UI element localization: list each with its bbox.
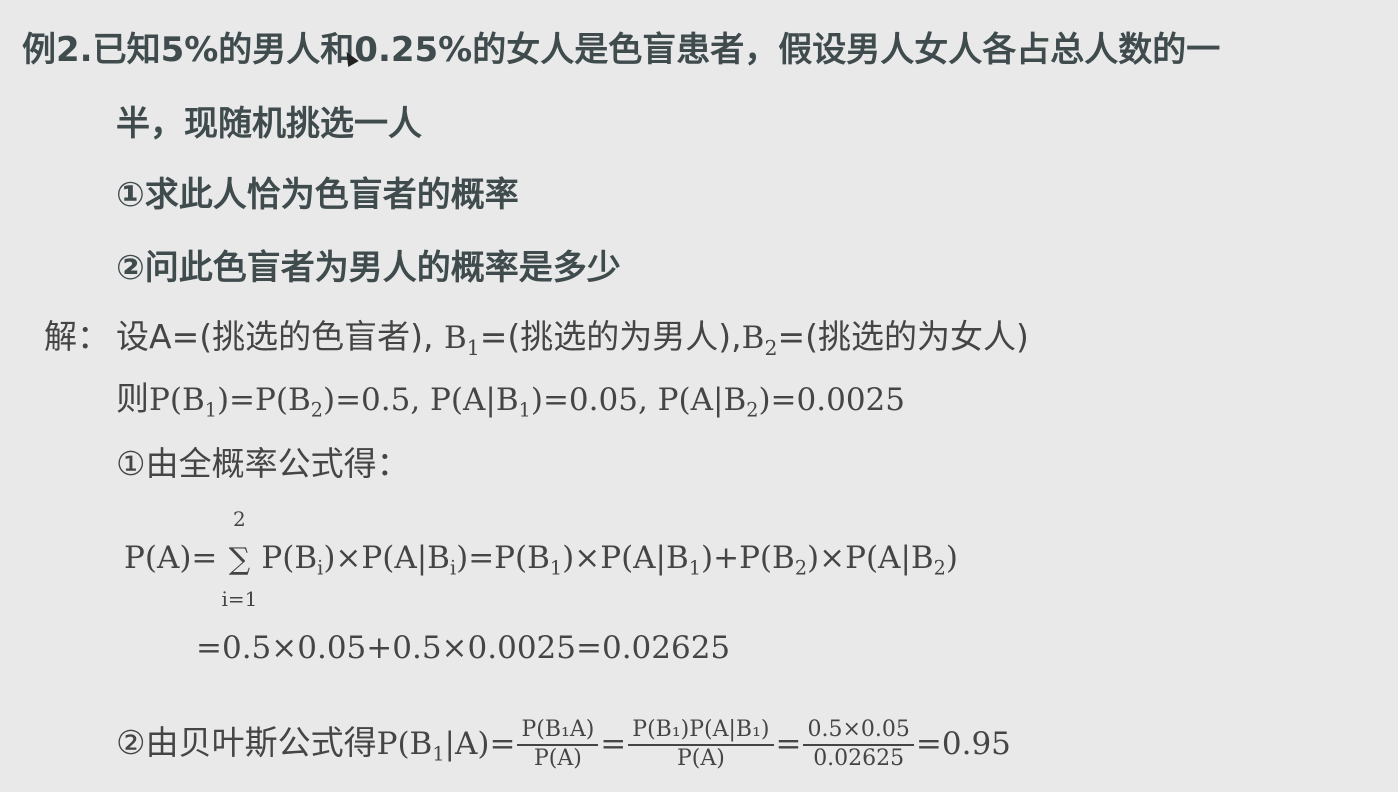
given-p4-end: )=0.0025 (758, 382, 905, 418)
given-p3-sub: 1 (518, 398, 531, 422)
tp-term3-end: )×P(A|B (562, 540, 689, 576)
definition-b1-text: =(挑选的为男人), (479, 317, 742, 356)
given-p1: P(B (149, 382, 205, 418)
given-prefix: 则 (116, 379, 149, 418)
definition-b1-sub: 1 (466, 336, 480, 361)
sum-lower: i=1 (221, 586, 258, 611)
tp-term2-end: )=P(B (456, 540, 550, 576)
question-1: ①求此人恰为色盲者的概率 (116, 175, 519, 215)
sum-sigma: ∑ (228, 541, 251, 577)
definition-b2-text: =(挑选的为女人) (777, 317, 1029, 356)
given-p1-sub: 1 (204, 398, 217, 422)
tp-term6-end: ) (945, 540, 958, 576)
definition-b2-sub: 2 (764, 336, 778, 361)
bayes-fraction-1: P(B₁A) P(A) (517, 717, 599, 772)
tp-term5-end: )×P(A|B (807, 540, 934, 576)
bayes-fraction-3: 0.5×0.05 0.02625 (803, 717, 914, 772)
bayes-f3-den: 0.02625 (813, 745, 905, 771)
tp-term1-end: )×P(A|B (323, 540, 450, 576)
tp-term4-sub: 1 (688, 556, 701, 580)
tp-term4-end: )+P(B (701, 540, 795, 576)
bayes-f2-num: P(B₁)P(A|B₁) (628, 717, 774, 746)
definition-line: 设A=(挑选的色盲者), B1=(挑选的为男人),B2=(挑选的为女人) (116, 310, 1029, 360)
tp-term3-sub: 1 (549, 556, 563, 580)
bayes-lhs-sub: 1 (432, 742, 445, 766)
total-probability-formula: P(A)= 2 ∑ i=1 P(Bi)×P(A|Bi)=P(B1)×P(A|B1)+P(… (124, 507, 958, 611)
total-probability-result: =0.5×0.05+0.5×0.0025=0.02625 (196, 630, 731, 666)
sum-upper: 2 (233, 506, 246, 531)
problem-line-1: 例2.已知5%的男人和0.25%的女人是色盲患者，假设男人女人各占总人数的一 (22, 30, 1221, 70)
definition-b1: B (443, 320, 467, 356)
given-p2-sub: 2 (310, 398, 323, 422)
step-1-label: ①由全概率公式得： (116, 444, 410, 483)
given-p4-sub: 2 (746, 398, 759, 422)
bayes-fraction-2: P(B₁)P(A|B₁) P(A) (628, 717, 774, 772)
bayes-f1-den: P(A) (533, 745, 582, 771)
given-p2-end: )=0.5, P(A|B (322, 382, 519, 418)
bayes-f3-num: 0.5×0.05 (803, 717, 914, 746)
step-2-label: ②由贝叶斯公式得 (116, 723, 377, 762)
definition-b2: B (741, 320, 765, 356)
bayes-eq-1: = (600, 726, 627, 762)
bayes-lhs: P(B (376, 726, 433, 762)
bayes-f1-num: P(B₁A) (517, 717, 599, 746)
given-p3-end: )=0.05, P(A|B (530, 382, 747, 418)
definition-a: 设A=(挑选的色盲者), (116, 317, 444, 356)
tp-lhs: P(A)= (124, 540, 218, 576)
bayes-eq-2: = (775, 726, 802, 762)
bayes-line: ②由贝叶斯公式得P(B1|A)= P(B₁A) P(A) = P(B₁)P(A|B₁) P… (116, 716, 1011, 772)
tp-term1: P(B (261, 540, 318, 576)
given-probabilities: 则P(B1)=P(B2)=0.5, P(A|B1)=0.05, P(A|B2)=… (116, 372, 905, 422)
bayes-f2-den: P(A) (676, 745, 725, 771)
summation-symbol: 2 ∑ i=1 (219, 507, 259, 611)
tp-term5-sub: 2 (794, 556, 808, 580)
solution-label: 解： (44, 317, 110, 356)
question-2: ②问此色盲者为男人的概率是多少 (116, 248, 621, 288)
bayes-result: =0.95 (915, 726, 1011, 762)
bayes-lhs-end: |A)= (444, 726, 516, 762)
problem-line-2: 半，现随机挑选一人 (116, 104, 422, 144)
tp-term6-sub: 2 (933, 556, 946, 580)
given-p1-mid: )=P(B (216, 382, 311, 418)
